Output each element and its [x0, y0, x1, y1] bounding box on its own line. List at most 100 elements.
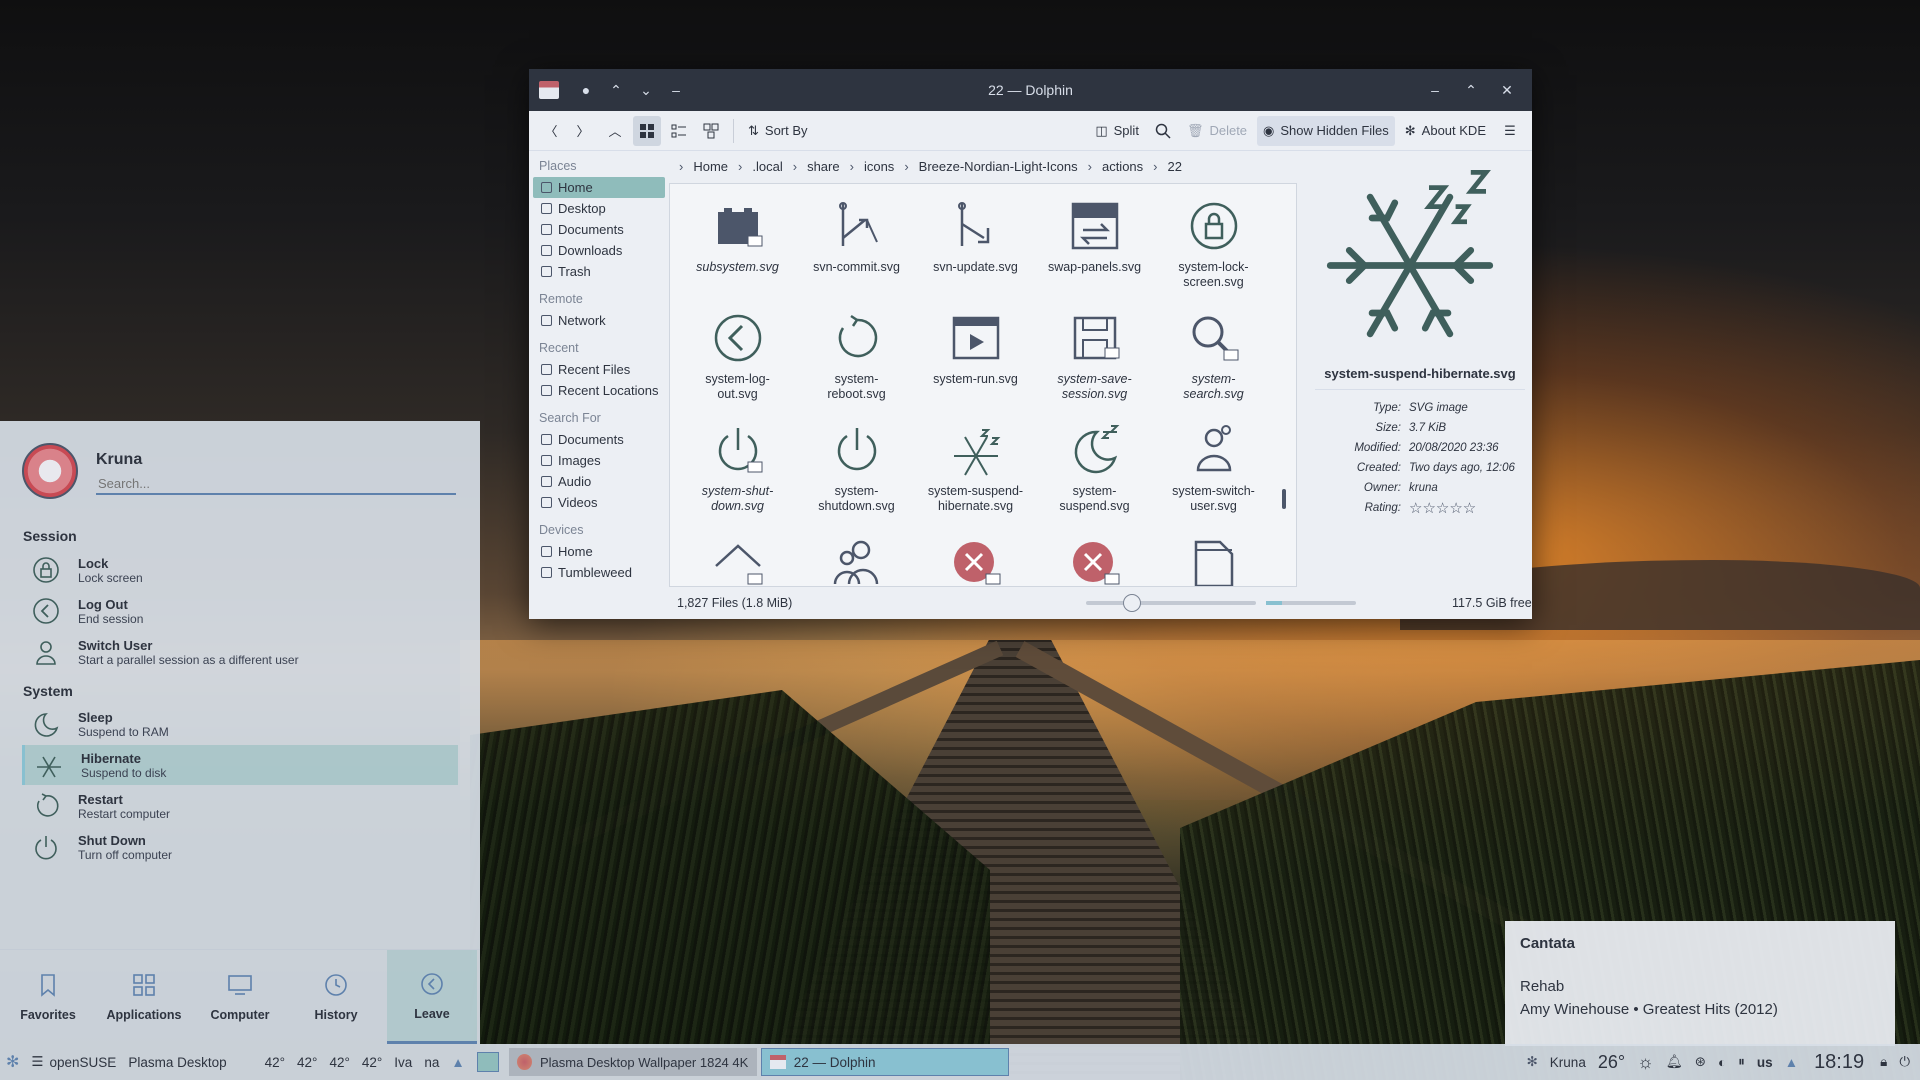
launcher-button[interactable]: ✻: [0, 1044, 25, 1080]
places-item[interactable]: Recent Locations: [533, 380, 665, 401]
iva-label[interactable]: Iva: [388, 1044, 418, 1080]
tab-leave[interactable]: Leave: [387, 950, 477, 1044]
breadcrumb-separator-icon[interactable]: ›: [679, 159, 683, 174]
places-item[interactable]: Desktop: [533, 198, 665, 219]
keep-below-icon[interactable]: ⌄: [631, 82, 661, 99]
media-player-popup[interactable]: Cantata Rehab Amy Winehouse • Greatest H…: [1505, 921, 1895, 1046]
breadcrumb-separator-icon[interactable]: ›: [904, 159, 908, 174]
breadcrumb-separator-icon[interactable]: ›: [738, 159, 742, 174]
details-view-icon[interactable]: [697, 116, 725, 146]
places-item[interactable]: Documents: [533, 429, 665, 450]
leave-item-restart[interactable]: Restart Restart computer: [22, 786, 458, 826]
leave-item-logout[interactable]: Log Out End session: [22, 591, 458, 631]
places-item[interactable]: Audio: [533, 471, 665, 492]
notifications-bell-icon[interactable]: 🔔︎: [1660, 1044, 1689, 1080]
task-dolphin[interactable]: 22 — Dolphin: [760, 1048, 1009, 1076]
breadcrumb-item[interactable]: Breeze-Nordian-Light-Icons: [919, 159, 1078, 174]
file-item[interactable]: [1035, 528, 1154, 586]
expand-arrow-icon[interactable]: ▲: [445, 1044, 470, 1080]
tab-history[interactable]: History: [291, 950, 381, 1044]
file-item[interactable]: system-reboot.svg: [797, 304, 916, 416]
power-icon[interactable]: ⏻: [1893, 1044, 1920, 1080]
leave-item-shutdown[interactable]: Shut Down Turn off computer: [22, 827, 458, 867]
maximize-icon[interactable]: ⌃: [1456, 82, 1486, 99]
file-item[interactable]: svn-update.svg: [916, 192, 1035, 304]
breadcrumb-item[interactable]: icons: [864, 159, 894, 174]
file-item[interactable]: [916, 528, 1035, 586]
breadcrumb-item[interactable]: 22: [1168, 159, 1182, 174]
pager[interactable]: [471, 1044, 505, 1080]
file-item[interactable]: [678, 528, 797, 586]
split-button[interactable]: ◫ Split: [1089, 116, 1145, 146]
file-item[interactable]: system-save-session.svg: [1035, 304, 1154, 416]
file-item[interactable]: system-shutdown.svg: [797, 416, 916, 528]
tab-favorites[interactable]: Favorites: [3, 950, 93, 1044]
places-item[interactable]: Downloads: [533, 240, 665, 261]
on-all-desktops-icon[interactable]: ●: [571, 82, 601, 98]
leave-item-hibernate[interactable]: Hibernate Suspend to disk: [22, 745, 458, 785]
show-hidden-files-button[interactable]: ◉ Show Hidden Files: [1257, 115, 1395, 146]
places-item[interactable]: Recent Files: [533, 359, 665, 380]
keep-above-icon[interactable]: ⌃: [601, 82, 631, 99]
media-pause-icon[interactable]: ⏸: [1732, 1044, 1751, 1080]
file-item[interactable]: system-suspend.svg: [1035, 416, 1154, 528]
breadcrumb-separator-icon[interactable]: ›: [793, 159, 797, 174]
weather-temp[interactable]: 26°: [1592, 1044, 1631, 1080]
avatar[interactable]: [22, 443, 78, 499]
leave-item-sleep[interactable]: Sleep Suspend to RAM: [22, 704, 458, 744]
keyboard-layout[interactable]: us: [1751, 1044, 1779, 1080]
na-label[interactable]: na: [418, 1044, 445, 1080]
places-item[interactable]: Videos: [533, 492, 665, 513]
file-item[interactable]: system-suspend-hibernate.svg: [916, 416, 1035, 528]
close-icon[interactable]: ✕: [1492, 82, 1522, 99]
places-item[interactable]: Home: [533, 177, 665, 198]
window-titlebar[interactable]: ● ⌃ ⌄ – 22 — Dolphin – ⌃ ✕: [529, 69, 1532, 111]
file-item[interactable]: swap-panels.svg: [1035, 192, 1154, 304]
breadcrumb-item[interactable]: share: [807, 159, 840, 174]
tray-expand-icon[interactable]: ▲: [1779, 1044, 1804, 1080]
file-item[interactable]: system-switch-user.svg: [1154, 416, 1273, 528]
file-item[interactable]: subsystem.svg: [678, 192, 797, 304]
zoom-slider[interactable]: [1086, 594, 1256, 612]
minimize-icon[interactable]: –: [1420, 82, 1450, 99]
rating-stars[interactable]: ☆☆☆☆☆: [1409, 499, 1476, 517]
file-item[interactable]: system-run.svg: [916, 304, 1035, 416]
hamburger-menu-icon[interactable]: ☰: [1496, 116, 1524, 146]
dolphin-app-icon[interactable]: [539, 81, 559, 99]
kde-connect-icon[interactable]: ✻: [1520, 1044, 1543, 1080]
file-item[interactable]: svn-commit.svg: [797, 192, 916, 304]
file-item[interactable]: system-log-out.svg: [678, 304, 797, 416]
shade-icon[interactable]: –: [661, 82, 691, 98]
breadcrumb-separator-icon[interactable]: ›: [1153, 159, 1157, 174]
weather-sun-icon[interactable]: ☼: [1631, 1044, 1660, 1080]
places-item[interactable]: Home: [533, 541, 665, 562]
clock[interactable]: 18:19: [1804, 1051, 1874, 1074]
places-item[interactable]: Network: [533, 310, 665, 331]
breadcrumb-separator-icon[interactable]: ›: [1088, 159, 1092, 174]
panel-user-name[interactable]: Kruna: [1544, 1044, 1592, 1080]
desktop-label[interactable]: Plasma Desktop: [122, 1044, 232, 1080]
distro-widget[interactable]: ☰ openSUSE: [25, 1044, 122, 1080]
delete-button[interactable]: 🗑 Delete: [1181, 116, 1253, 146]
zoom-slider-handle[interactable]: [1122, 594, 1141, 612]
up-icon[interactable]: ︿: [601, 116, 629, 146]
file-item[interactable]: [797, 528, 916, 586]
places-item[interactable]: Documents: [533, 219, 665, 240]
about-kde-button[interactable]: ✻ About KDE: [1399, 116, 1492, 146]
task-wallpaper-browser[interactable]: Plasma Desktop Wallpaper 1824 4K...: [508, 1048, 757, 1076]
file-item[interactable]: [1154, 528, 1273, 586]
updates-icon[interactable]: ⊛: [1689, 1044, 1712, 1080]
scrollbar-handle[interactable]: [1282, 489, 1286, 509]
sort-by-button[interactable]: ⇅ Sort By: [742, 116, 814, 146]
breadcrumb-item[interactable]: actions: [1102, 159, 1143, 174]
search-input[interactable]: [96, 473, 456, 495]
file-item[interactable]: system-search.svg: [1154, 304, 1273, 416]
tab-applications[interactable]: Applications: [99, 950, 189, 1044]
forward-icon[interactable]: 〉: [569, 116, 597, 146]
search-button[interactable]: [1149, 116, 1177, 146]
breadcrumb-separator-icon[interactable]: ›: [850, 159, 854, 174]
tab-computer[interactable]: Computer: [195, 950, 285, 1044]
volume-icon[interactable]: ◐: [1712, 1044, 1732, 1080]
places-item[interactable]: Images: [533, 450, 665, 471]
file-item[interactable]: system-lock-screen.svg: [1154, 192, 1273, 304]
